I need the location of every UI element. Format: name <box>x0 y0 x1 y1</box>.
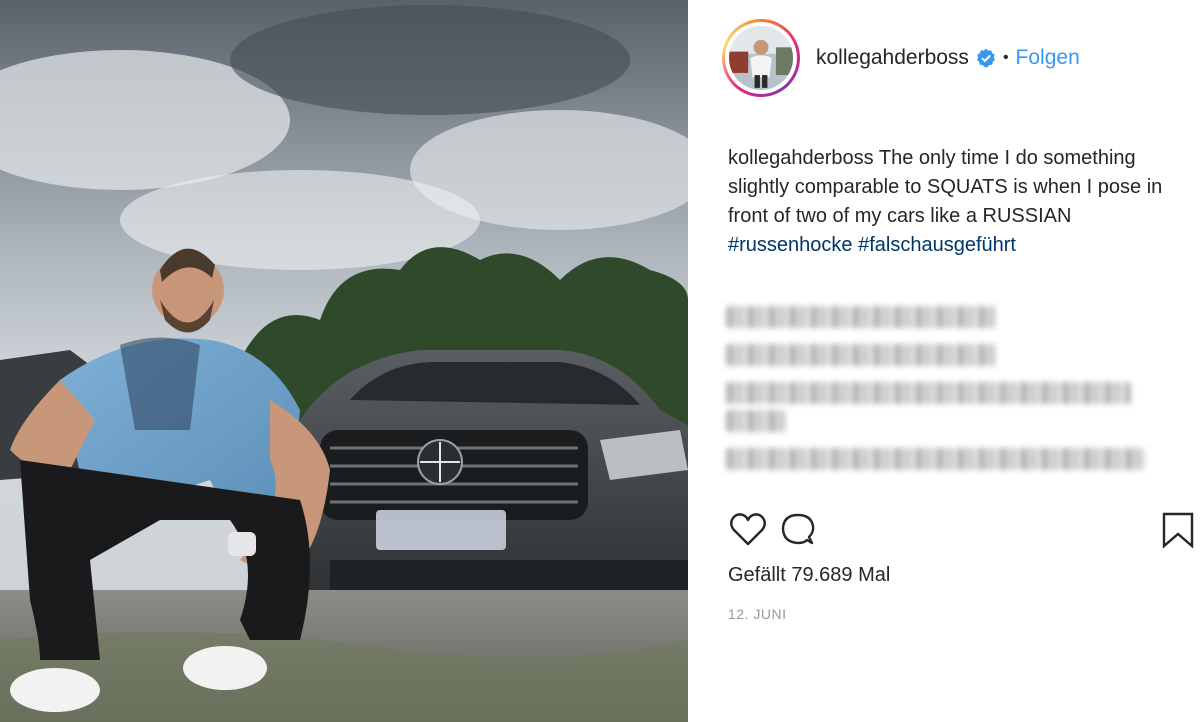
caption-username[interactable]: kollegahderboss <box>728 147 874 169</box>
post-caption: kollegahderboss The only time I do somet… <box>728 144 1168 260</box>
post-photo[interactable] <box>0 0 688 722</box>
hashtag-link[interactable]: #russenhocke <box>728 234 853 256</box>
post-details-panel: kollegahderboss • Folgen kollegahderboss… <box>688 0 1200 722</box>
avatar[interactable] <box>729 26 793 90</box>
verified-badge-icon <box>976 48 996 68</box>
post-actions-bar <box>728 510 1198 550</box>
post-image <box>0 0 688 722</box>
post-date[interactable]: 12. JUNI <box>728 606 786 622</box>
heart-icon[interactable] <box>728 510 768 550</box>
comment-bubble-icon[interactable] <box>778 510 818 550</box>
hashtag-link[interactable]: #falschausgeführt <box>858 234 1016 256</box>
story-ring[interactable] <box>722 19 800 97</box>
follow-button[interactable]: Folgen <box>1016 46 1080 70</box>
username-link[interactable]: kollegahderboss <box>816 46 969 70</box>
separator-dot: • <box>1002 49 1009 66</box>
bookmark-icon[interactable] <box>1158 510 1198 550</box>
post-header: kollegahderboss • Folgen <box>722 18 1080 98</box>
likes-count[interactable]: Gefällt 79.689 Mal <box>728 564 890 587</box>
blurred-comments <box>726 306 1146 486</box>
